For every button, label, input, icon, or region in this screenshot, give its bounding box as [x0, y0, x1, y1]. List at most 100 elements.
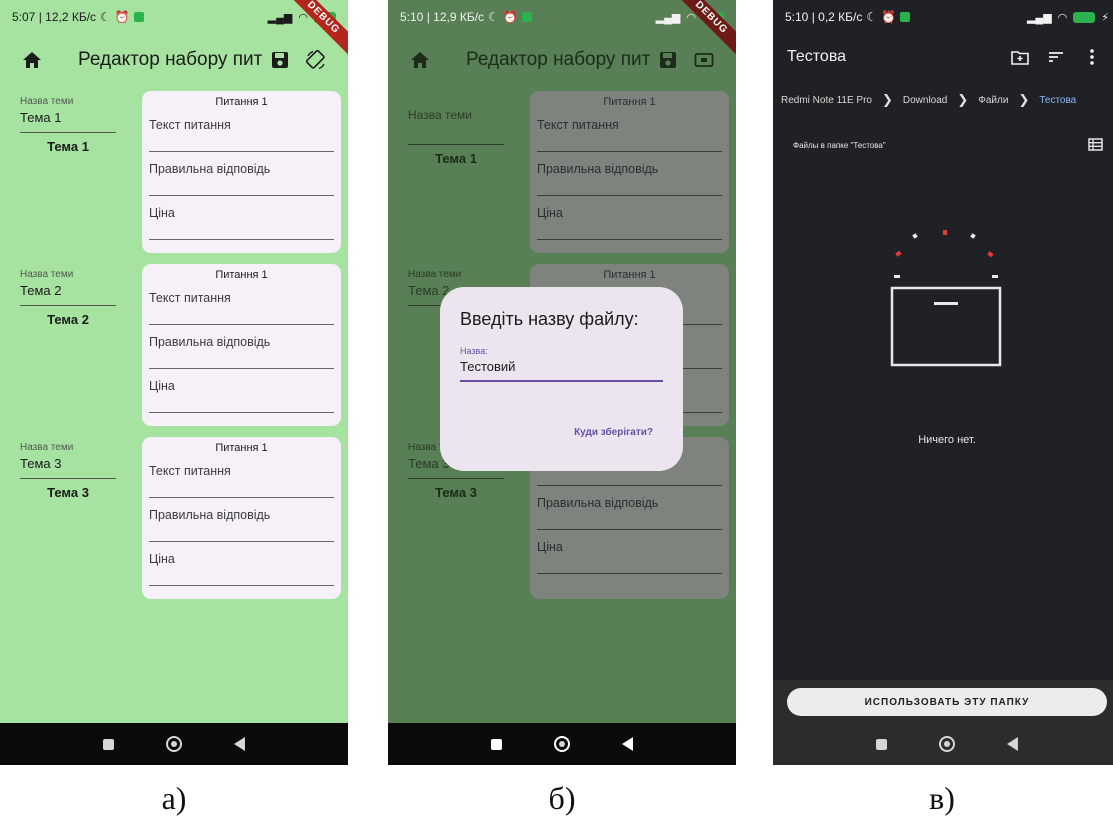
breadcrumb-item[interactable]: Download — [903, 95, 947, 106]
topic-name-field[interactable]: Тема 1 — [20, 110, 116, 133]
topic-name-label: Назва теми — [20, 96, 74, 107]
topic-heading: Тема 3 — [435, 485, 477, 500]
chevron-right-icon: ❯ — [881, 92, 893, 107]
home-icon[interactable] — [14, 42, 50, 78]
price-field[interactable]: Ціна — [149, 542, 334, 586]
home-button-icon[interactable] — [554, 736, 570, 752]
topic-heading: Тема 1 — [47, 139, 89, 154]
signal-icon: ▂▄▆ — [655, 11, 681, 24]
correct-answer-field[interactable]: Правильна відповідь — [537, 486, 722, 530]
topic-name-field[interactable]: Тема 3 — [20, 456, 116, 479]
phone-screen-a: 5:07 | 12,2 КБ/с ☾ ⏰ ▂▄▆ ◠ DEBUG Редакто… — [0, 0, 348, 765]
topic-heading: Тема 2 — [47, 312, 89, 327]
moon-icon: ☾ — [866, 10, 878, 24]
new-folder-icon[interactable] — [1005, 42, 1035, 72]
sort-icon[interactable] — [1041, 42, 1071, 72]
moon-icon: ☾ — [100, 10, 111, 24]
screen-rotate-icon[interactable] — [686, 42, 722, 78]
app-bar: Редактор набору пит… — [0, 34, 348, 86]
correct-answer-field[interactable]: Правильна відповідь — [149, 152, 334, 196]
correct-answer-field[interactable]: Правильна відповідь — [537, 152, 722, 196]
home-button-icon[interactable] — [166, 736, 182, 752]
more-vert-icon[interactable] — [1077, 42, 1107, 72]
status-time: 5:07 | 12,2 КБ/с — [12, 10, 97, 24]
topic-row-2: Назва теми Тема 2 Тема 2 — [20, 269, 116, 327]
topic-name-label: Назва теми — [408, 269, 462, 280]
topic-name-field[interactable] — [408, 125, 504, 145]
save-icon[interactable] — [262, 42, 298, 78]
price-field[interactable]: Ціна — [149, 196, 334, 240]
breadcrumb-item[interactable]: Redmi Note 11E Pro — [781, 95, 872, 106]
chevron-right-icon: ❯ — [1018, 92, 1030, 107]
breadcrumb: Redmi Note 11E Pro ❯ Download ❯ Файли ❯ … — [773, 88, 1113, 112]
file-name-label: Назва: — [460, 346, 488, 356]
question-title: Питання 1 — [215, 96, 268, 108]
folder-contents-label: Файлы в папке "Тестова" — [793, 141, 886, 150]
choose-location-button[interactable]: Куди зберігати? — [574, 427, 653, 438]
price-field[interactable]: Ціна — [149, 369, 334, 413]
system-nav-bar — [773, 723, 1113, 765]
folder-header: Файлы в папке "Тестова" — [793, 138, 1103, 153]
charging-icon: ⚡ — [1101, 11, 1109, 24]
back-icon[interactable] — [234, 737, 245, 751]
status-time: 5:10 | 12,9 КБ/с — [400, 10, 485, 24]
correct-answer-field[interactable]: Правильна відповідь — [149, 325, 334, 369]
topic-row-3: Назва теми Тема 3 Тема 3 — [20, 442, 116, 500]
caption-a: а) — [161, 780, 187, 816]
caption-c: в) — [929, 780, 955, 816]
question-text-field[interactable]: Текст питання — [537, 108, 722, 152]
list-view-icon[interactable] — [1088, 138, 1103, 153]
status-bar: 5:10 | 0,2 КБ/с ☾ ⏰ ▂▄▆ ◠ ⚡ — [773, 0, 1113, 34]
question-text-field[interactable]: Текст питання — [149, 281, 334, 325]
screen-rotate-icon[interactable] — [298, 42, 334, 78]
recents-icon[interactable] — [491, 738, 502, 750]
app-notification-icon — [133, 12, 144, 22]
topic-heading: Тема 1 — [435, 151, 477, 166]
question-text-field[interactable]: Текст питання — [149, 454, 334, 498]
alarm-icon: ⏰ — [881, 10, 897, 24]
system-nav-bar — [0, 723, 348, 765]
file-name-input[interactable]: Тестовий — [460, 359, 663, 382]
signal-icon: ▂▄▆ — [267, 11, 293, 24]
app-bar: Тестова — [773, 34, 1113, 80]
app-notification-icon — [521, 12, 532, 22]
back-icon[interactable] — [622, 737, 633, 751]
correct-answer-field[interactable]: Правильна відповідь — [149, 498, 334, 542]
back-icon[interactable] — [1007, 737, 1018, 751]
empty-state-text: Ничего нет. — [918, 434, 976, 446]
question-text-field[interactable]: Текст питання — [149, 108, 334, 152]
topic-name-field[interactable]: Тема 2 — [20, 283, 116, 306]
folder-title: Тестова — [787, 48, 847, 65]
system-nav-bar — [388, 723, 736, 765]
topic-row-1: Назва теми Тема 1 Тема 1 — [20, 96, 116, 154]
question-title: Питання 1 — [603, 269, 656, 281]
topic-name-label: Назва теми — [20, 442, 74, 453]
use-this-folder-button[interactable]: ИСПОЛЬЗОВАТЬ ЭТУ ПАПКУ — [787, 688, 1107, 716]
question-card: Питання 1 Текст питання Правильна відпов… — [142, 437, 341, 599]
breadcrumb-item[interactable]: Файли — [978, 95, 1008, 106]
question-card: Питання 1 Текст питання Правильна відпов… — [142, 264, 341, 426]
app-title: Редактор набору пит… — [466, 49, 650, 70]
home-icon[interactable] — [402, 42, 438, 78]
question-card: Питання 1 Текст питання Правильна відпов… — [142, 91, 341, 253]
alarm-icon: ⏰ — [502, 10, 518, 24]
price-field[interactable]: Ціна — [537, 530, 722, 574]
topic-heading: Тема 3 — [47, 485, 89, 500]
question-card: Питання 1 Текст питання Правильна відпов… — [530, 91, 729, 253]
alarm-icon: ⏰ — [114, 10, 130, 24]
recents-icon[interactable] — [876, 738, 887, 750]
app-notification-icon — [900, 12, 911, 22]
breadcrumb-current: Тестова — [1039, 94, 1077, 106]
empty-folder-icon — [882, 230, 1012, 375]
moon-icon: ☾ — [488, 10, 499, 24]
question-title: Питання 1 — [603, 96, 656, 108]
home-button-icon[interactable] — [939, 736, 955, 752]
save-icon[interactable] — [650, 42, 686, 78]
chevron-right-icon: ❯ — [957, 92, 969, 107]
topic-name-label: Назва теми — [20, 269, 74, 280]
status-bar: 5:10 | 12,9 КБ/с ☾ ⏰ ▂▄▆ ◠ — [388, 0, 736, 34]
price-field[interactable]: Ціна — [537, 196, 722, 240]
topic-row-1: Назва теми Тема 1 — [408, 108, 504, 166]
recents-icon[interactable] — [103, 738, 114, 750]
phone-screen-c: 5:10 | 0,2 КБ/с ☾ ⏰ ▂▄▆ ◠ ⚡ Тестова Redm… — [773, 0, 1113, 765]
